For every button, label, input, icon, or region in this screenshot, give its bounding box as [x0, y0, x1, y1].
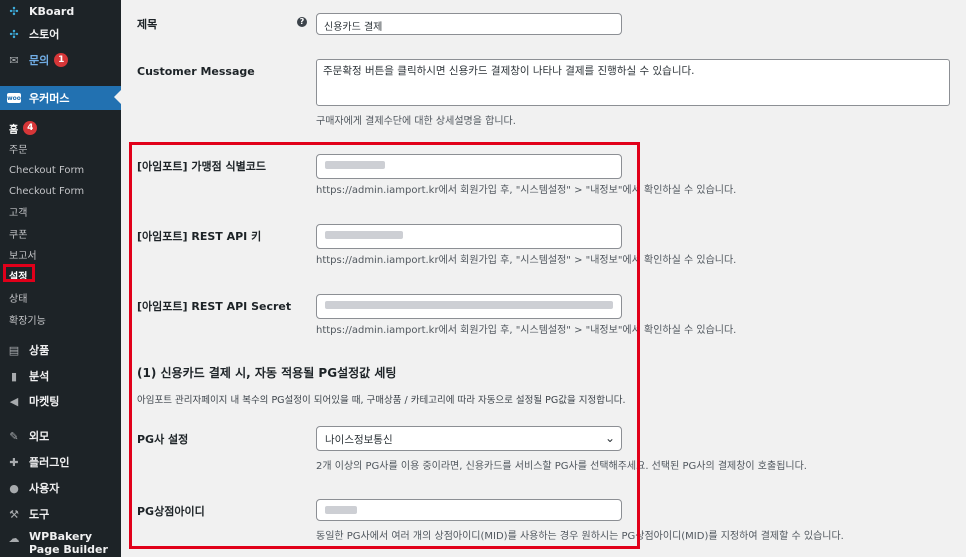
merchant-code-label: [아임포트] 가맹점 식별코드 [137, 160, 267, 173]
rest-api-secret-label: [아임포트] REST API Secret [137, 300, 292, 313]
pg-setting-label: PG사 설정 [137, 433, 189, 446]
submenu-checkout-form-2[interactable]: Checkout Form [0, 182, 121, 200]
sidebar-item-kboard[interactable]: ✣ KBoard [0, 0, 121, 22]
notification-badge: 4 [23, 121, 38, 135]
obscured-value [325, 231, 403, 239]
obscured-value [325, 301, 613, 309]
archive-icon: ▤ [8, 343, 20, 357]
rest-api-key-description: https://admin.iamport.kr에서 회원가입 후, "시스템설… [316, 255, 737, 266]
sidebar-item-tools[interactable]: ⚒ 도구 [0, 503, 121, 525]
submenu-customers[interactable]: 고객 [0, 202, 121, 220]
title-input[interactable]: 신용카드 결제 [316, 13, 622, 35]
sidebar-item-label: 도구 [29, 508, 50, 521]
rest-api-secret-description: https://admin.iamport.kr에서 회원가입 후, "시스템설… [316, 325, 737, 336]
sidebar-item-label: KBoard [29, 4, 75, 18]
pg-setting-select[interactable]: 나이스정보통신 ⌄ [316, 426, 622, 451]
sidebar-item-products[interactable]: ▤ 상품 [0, 339, 121, 361]
sidebar-item-label: 사용자 [29, 482, 60, 495]
submenu-status[interactable]: 상태 [0, 288, 121, 306]
sidebar-item-label: 플러그인 [29, 456, 70, 469]
submenu-reports[interactable]: 보고서 [0, 245, 121, 263]
rest-api-key-label: [아임포트] REST API 키 [137, 230, 262, 243]
submenu-home[interactable]: 홈 4 [0, 119, 121, 137]
sidebar-item-users[interactable]: ● 사용자 [0, 477, 121, 499]
wrench-icon: ⚒ [9, 507, 19, 521]
bar-chart-icon: ▮ [10, 369, 18, 383]
paintbrush-icon: ✎ [9, 429, 19, 443]
sidebar-item-wpbakery[interactable]: ☁ WPBakery Page Builder [0, 530, 121, 557]
sidebar-item-marketing[interactable]: ◀ 마켓팅 [0, 390, 121, 412]
megaphone-icon: ◀ [9, 394, 19, 408]
kboard-icon: ✣ [9, 4, 19, 18]
pg-section-description: 아임포트 관리자페이지 내 복수의 PG설정이 되어있을 때, 구매상품 / 카… [137, 395, 626, 406]
user-icon: ● [9, 481, 19, 495]
sidebar-item-label: 분석 [29, 370, 50, 383]
customer-message-description: 구매자에게 결제수단에 대한 상세설명을 합니다. [316, 116, 516, 127]
pg-store-id-label: PG상점아이디 [137, 505, 205, 518]
sidebar-item-label: 외모 [29, 430, 50, 443]
sidebar-item-plugins[interactable]: ✚ 플러그인 [0, 451, 121, 473]
sidebar-item-appearance[interactable]: ✎ 외모 [0, 425, 121, 447]
submenu-coupons[interactable]: 쿠폰 [0, 224, 121, 242]
pg-setting-description: 2개 이상의 PG사를 이용 중이라면, 신용카드를 서비스할 PG사를 선택해… [316, 461, 807, 472]
mail-icon: ✉ [9, 53, 19, 67]
sidebar-item-label: 스토어 [29, 28, 60, 41]
merchant-code-input[interactable] [316, 154, 622, 179]
sidebar-item-label: 상품 [29, 344, 50, 357]
pg-store-id-description: 동일한 PG사에서 여러 개의 상점아이디(MID)를 사용하는 경우 원하시는… [316, 531, 844, 542]
settings-highlight-box [3, 264, 35, 282]
sidebar-item-label: 문의 [29, 54, 50, 67]
sidebar-item-label: 마켓팅 [29, 395, 60, 408]
obscured-value [325, 161, 385, 169]
sidebar-item-label: WPBakery Page Builder [29, 530, 108, 556]
merchant-code-description: https://admin.iamport.kr에서 회원가입 후, "시스템설… [316, 185, 737, 196]
title-label: 제목 [137, 18, 158, 31]
sidebar-item-label: 우커머스 [29, 92, 70, 105]
sidebar-item-analytics[interactable]: ▮ 분석 [0, 365, 121, 387]
help-icon[interactable]: ? [297, 17, 307, 27]
notification-badge: 1 [54, 53, 69, 67]
sidebar-item-inquiry[interactable]: ✉ 문의 1 [0, 49, 121, 71]
highlight-box [129, 142, 640, 549]
rest-api-secret-input[interactable] [316, 294, 622, 319]
plugin-icon: ✚ [9, 455, 19, 469]
submenu-extensions[interactable]: 확장기능 [0, 310, 121, 328]
store-icon: ✣ [9, 27, 19, 41]
pg-store-id-input[interactable] [316, 499, 622, 521]
chevron-down-icon: ⌄ [604, 431, 615, 445]
submenu-orders[interactable]: 주문 [0, 139, 121, 157]
sidebar-item-store[interactable]: ✣ 스토어 [0, 23, 121, 45]
woocommerce-icon: woo [7, 93, 21, 103]
customer-message-textarea[interactable]: 주문확정 버튼을 클릭하시면 신용카드 결제창이 나타나 결제를 진행하실 수 … [316, 59, 950, 106]
pg-section-title: (1) 신용카드 결제 시, 자동 적용될 PG설정값 세팅 [137, 366, 397, 380]
obscured-value [325, 506, 357, 514]
submenu-checkout-form-1[interactable]: Checkout Form [0, 161, 121, 179]
admin-sidebar: ✣ KBoard ✣ 스토어 ✉ 문의 1 woo 우커머스 홈 4 주문 Ch… [0, 0, 121, 557]
rest-api-key-input[interactable] [316, 224, 622, 249]
sidebar-item-woocommerce[interactable]: woo 우커머스 [0, 86, 121, 110]
wpbakery-icon: ☁ [8, 531, 20, 545]
customer-message-label: Customer Message [137, 65, 255, 78]
